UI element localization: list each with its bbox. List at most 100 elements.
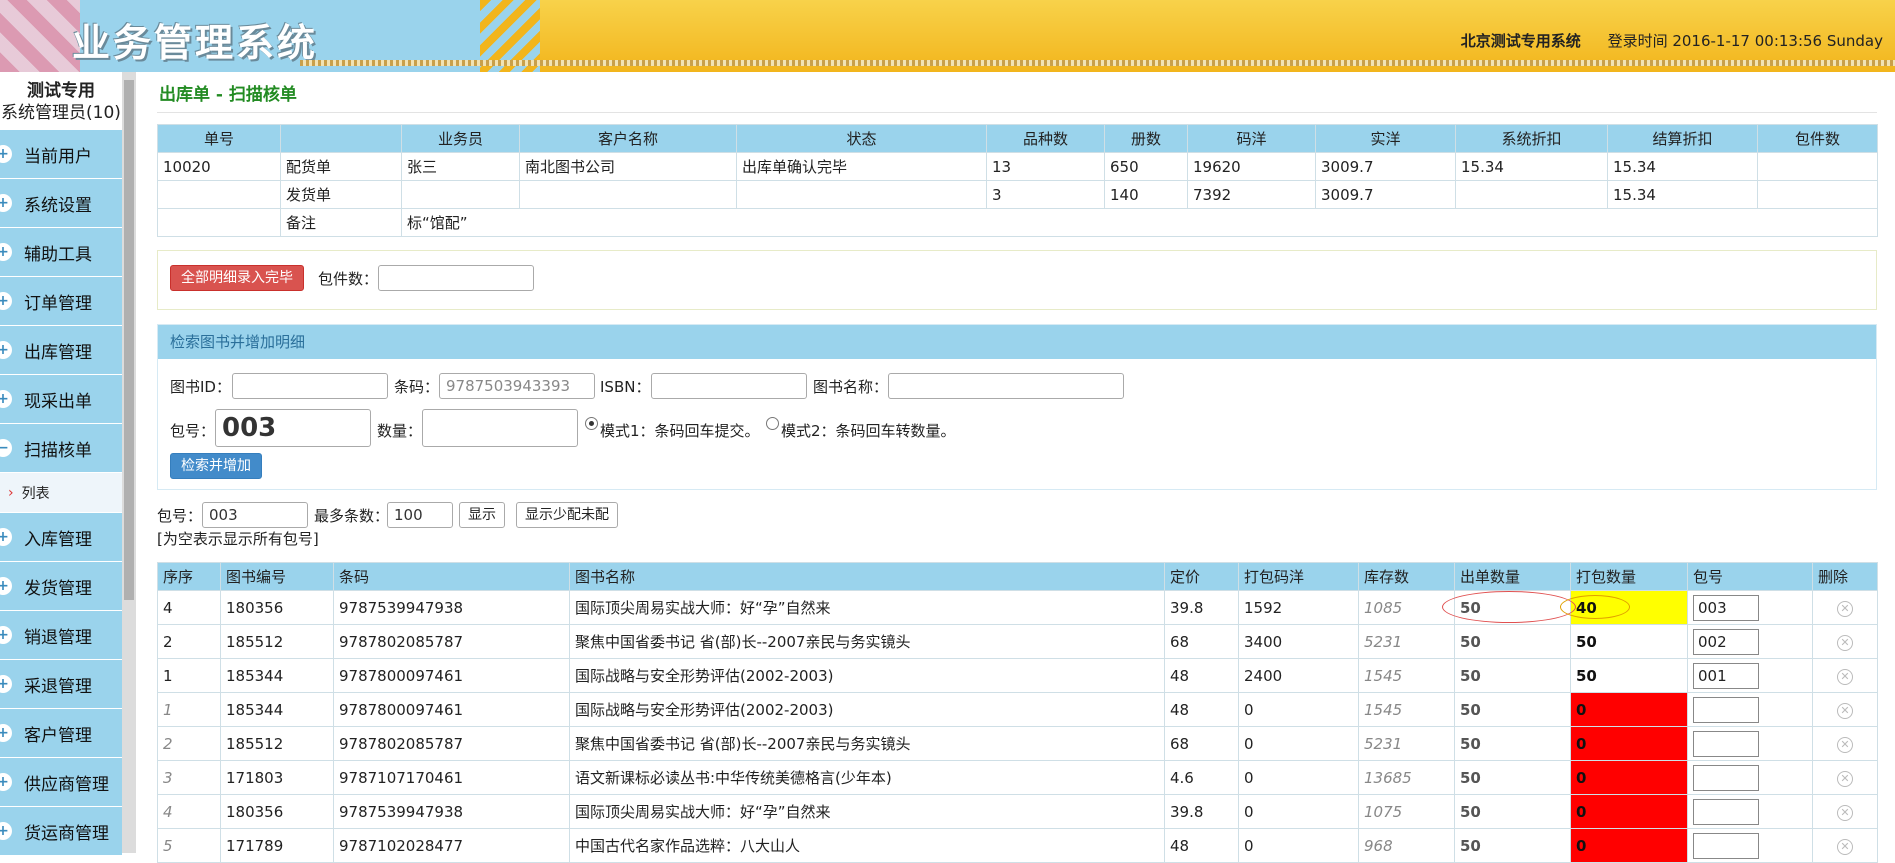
mode1-radio[interactable] <box>585 417 598 430</box>
delete-icon[interactable]: ✕ <box>1837 771 1853 787</box>
sidebar-item[interactable]: + 发货管理 <box>0 562 122 611</box>
show-button[interactable]: 显示 <box>459 502 505 528</box>
delete-icon[interactable]: ✕ <box>1837 601 1853 617</box>
table-row: 1 185344 9787800097461 国际战略与安全形势评估(2002-200… <box>157 692 1878 727</box>
summary-header-cell: 实洋 <box>1315 124 1456 153</box>
pack-qty-cell: 0 <box>1570 726 1688 761</box>
price-cell: 48 <box>1164 828 1239 863</box>
delete-icon[interactable]: ✕ <box>1837 805 1853 821</box>
stock-cell: 1545 <box>1358 692 1455 727</box>
mode2-label: 模式2：条码回车转数量。 <box>781 422 956 440</box>
plus-icon: + <box>0 577 12 595</box>
sidebar-item[interactable]: + 入库管理 <box>0 513 122 562</box>
plus-icon: + <box>0 822 12 840</box>
delete-icon[interactable]: ✕ <box>1837 703 1853 719</box>
pkg-input[interactable] <box>1693 832 1759 859</box>
minus-icon: − <box>0 439 12 457</box>
sidebar-item[interactable]: + 销退管理 <box>0 611 122 660</box>
summary-header-cell: 系统折扣 <box>1455 124 1608 153</box>
price-cell: 68 <box>1164 624 1239 659</box>
pkg-input[interactable] <box>1693 764 1759 791</box>
pkg-no-label: 包号： <box>170 422 216 440</box>
search-add-button[interactable]: 检索并增加 <box>170 453 262 479</box>
pkg-input[interactable] <box>1693 730 1759 757</box>
summary-cell <box>157 180 281 209</box>
header-info: 北京测试专用系统 登录时间 2016-1-17 00:13:56 Sunday <box>1461 30 1883 51</box>
book-id-cell: 185512 <box>220 624 334 659</box>
sidebar-item[interactable]: + 采退管理 <box>0 660 122 709</box>
annotation-circle-highlight <box>1560 595 1630 619</box>
pkg-input[interactable] <box>1693 696 1759 723</box>
pkg-no-input[interactable]: 003 <box>215 409 371 447</box>
quantity-input[interactable] <box>422 409 578 447</box>
chevron-right-icon: › <box>8 484 14 501</box>
isbn-label: ISBN： <box>600 378 651 396</box>
barcode-label: 条码： <box>394 378 440 396</box>
sidebar-item[interactable]: + 订单管理 <box>0 277 122 326</box>
book-id-cell: 185512 <box>220 726 334 761</box>
summary-cell: 张三 <box>401 152 520 181</box>
out-qty-cell: 50 <box>1454 760 1571 795</box>
pkg-input[interactable]: 002 <box>1693 628 1759 655</box>
book-id-cell: 171803 <box>220 760 334 795</box>
pkg-input[interactable] <box>1693 798 1759 825</box>
delete-cell: ✕ <box>1812 590 1878 625</box>
note-value: 标“馆配” <box>401 208 1878 237</box>
sidebar-item-label: 发货管理 <box>24 578 92 599</box>
finish-all-button[interactable]: 全部明细录入完毕 <box>170 265 304 291</box>
filter-hint: [为空表示显示所有包号] <box>157 530 319 548</box>
sidebar-subitem-list[interactable]: › 列表 <box>0 473 122 513</box>
delete-icon[interactable]: ✕ <box>1837 635 1853 651</box>
sidebar-item[interactable]: + 供应商管理 <box>0 758 122 807</box>
pkg-input[interactable]: 001 <box>1693 662 1759 689</box>
pkg-cell: 002 <box>1687 624 1813 659</box>
sidebar-item[interactable]: − 扫描核单 <box>0 424 122 473</box>
filter-pkg-input[interactable]: 003 <box>202 502 308 528</box>
delete-icon[interactable]: ✕ <box>1837 669 1853 685</box>
barcode-input[interactable]: 9787503943393 <box>439 373 595 399</box>
stock-cell: 1545 <box>1358 658 1455 693</box>
user-box: 测试专用 系统管理员(10) <box>0 80 122 124</box>
delete-icon[interactable]: ✕ <box>1837 737 1853 753</box>
pack-qty-cell: 0 <box>1570 794 1688 829</box>
plus-icon: + <box>0 145 12 163</box>
package-count-input[interactable] <box>378 265 534 291</box>
system-name: 北京测试专用系统 <box>1460 32 1581 50</box>
book-name-cell: 国际顶尖周易实战大师：好“孕”自然来 <box>569 794 1165 829</box>
book-id-input[interactable] <box>232 373 388 399</box>
sidebar-item-label: 销退管理 <box>24 627 92 648</box>
book-name-input[interactable] <box>888 373 1124 399</box>
sidebar-scroll-thumb[interactable] <box>124 80 134 600</box>
header-divider <box>300 60 1895 66</box>
isbn-input[interactable] <box>651 373 807 399</box>
book-name-label: 图书名称： <box>813 378 889 396</box>
pack-qty-cell: 50 <box>1570 624 1688 659</box>
mode2-radio[interactable] <box>766 417 779 430</box>
detail-header-cell: 序序 <box>157 562 221 591</box>
book-name-cell: 国际顶尖周易实战大师：好“孕”自然来 <box>569 590 1165 625</box>
search-panel: 检索图书并增加明细 图书ID： 条码： 9787503943393 ISBN： … <box>157 324 1877 490</box>
price-cell: 48 <box>1164 658 1239 693</box>
book-id-cell: 185344 <box>220 692 334 727</box>
pkg-cell <box>1687 760 1813 795</box>
delete-cell: ✕ <box>1812 794 1878 829</box>
detail-header-cell: 删除 <box>1812 562 1878 591</box>
sidebar-item[interactable]: + 辅助工具 <box>0 228 122 277</box>
sidebar-item-label: 系统设置 <box>24 195 92 216</box>
sidebar-item[interactable]: + 出库管理 <box>0 326 122 375</box>
max-rows-input[interactable]: 100 <box>387 502 453 528</box>
pkg-input[interactable]: 003 <box>1693 594 1759 621</box>
sidebar-item[interactable]: + 当前用户 <box>0 130 122 179</box>
pack-value-cell: 0 <box>1238 828 1359 863</box>
user-name: 测试专用 <box>27 81 95 101</box>
show-less-button[interactable]: 显示少配未配 <box>516 502 618 528</box>
summary-cell: 15.34 <box>1607 152 1758 181</box>
barcode-cell: 9787539947938 <box>333 794 570 829</box>
out-qty-cell: 50 <box>1454 624 1571 659</box>
barcode-cell: 9787102028477 <box>333 828 570 863</box>
sidebar-item[interactable]: + 现采出单 <box>0 375 122 424</box>
sidebar-item[interactable]: + 货运商管理 <box>0 807 122 856</box>
sidebar-item[interactable]: + 系统设置 <box>0 179 122 228</box>
summary-cell: 出库单确认完毕 <box>736 152 987 181</box>
sidebar-item[interactable]: + 客户管理 <box>0 709 122 758</box>
